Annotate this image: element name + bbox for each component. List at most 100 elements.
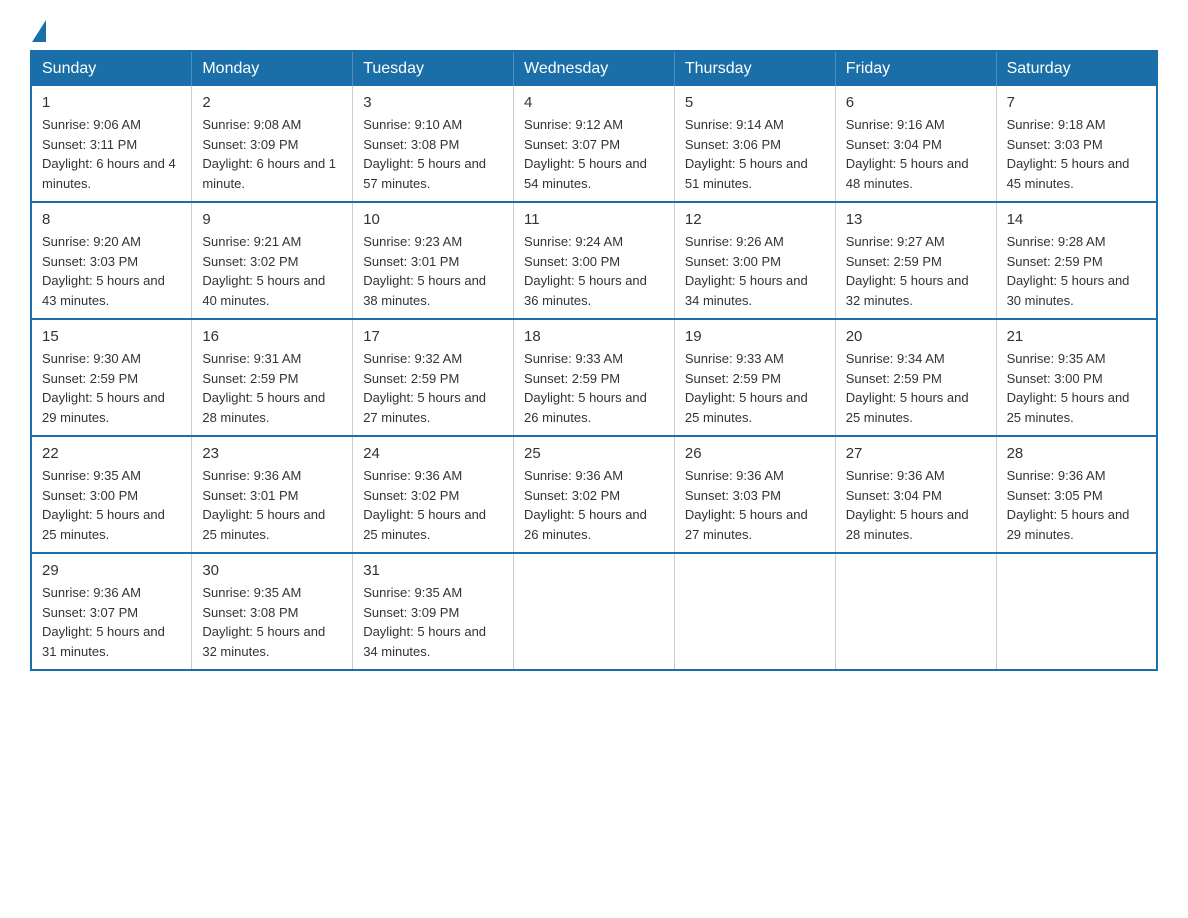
calendar-cell: 22 Sunrise: 9:35 AM Sunset: 3:00 PM Dayl… — [31, 436, 192, 553]
calendar-cell: 4 Sunrise: 9:12 AM Sunset: 3:07 PM Dayli… — [514, 86, 675, 202]
calendar-cell — [996, 553, 1157, 670]
day-info: Sunrise: 9:36 AM Sunset: 3:02 PM Dayligh… — [363, 466, 503, 544]
day-info: Sunrise: 9:12 AM Sunset: 3:07 PM Dayligh… — [524, 115, 664, 193]
calendar-header-row: SundayMondayTuesdayWednesdayThursdayFrid… — [31, 51, 1157, 86]
day-number: 14 — [1007, 211, 1146, 228]
day-number: 22 — [42, 445, 181, 462]
day-info: Sunrise: 9:31 AM Sunset: 2:59 PM Dayligh… — [202, 349, 342, 427]
weekday-header-sunday: Sunday — [31, 51, 192, 86]
day-number: 18 — [524, 328, 664, 345]
calendar-cell: 14 Sunrise: 9:28 AM Sunset: 2:59 PM Dayl… — [996, 202, 1157, 319]
day-number: 10 — [363, 211, 503, 228]
day-info: Sunrise: 9:36 AM Sunset: 3:01 PM Dayligh… — [202, 466, 342, 544]
calendar-cell: 6 Sunrise: 9:16 AM Sunset: 3:04 PM Dayli… — [835, 86, 996, 202]
calendar-cell: 11 Sunrise: 9:24 AM Sunset: 3:00 PM Dayl… — [514, 202, 675, 319]
day-info: Sunrise: 9:14 AM Sunset: 3:06 PM Dayligh… — [685, 115, 825, 193]
day-number: 9 — [202, 211, 342, 228]
day-number: 1 — [42, 94, 181, 111]
day-info: Sunrise: 9:24 AM Sunset: 3:00 PM Dayligh… — [524, 232, 664, 310]
day-info: Sunrise: 9:33 AM Sunset: 2:59 PM Dayligh… — [524, 349, 664, 427]
calendar-cell: 26 Sunrise: 9:36 AM Sunset: 3:03 PM Dayl… — [674, 436, 835, 553]
calendar-cell: 21 Sunrise: 9:35 AM Sunset: 3:00 PM Dayl… — [996, 319, 1157, 436]
calendar-cell: 20 Sunrise: 9:34 AM Sunset: 2:59 PM Dayl… — [835, 319, 996, 436]
day-info: Sunrise: 9:06 AM Sunset: 3:11 PM Dayligh… — [42, 115, 181, 193]
calendar-cell: 27 Sunrise: 9:36 AM Sunset: 3:04 PM Dayl… — [835, 436, 996, 553]
day-info: Sunrise: 9:34 AM Sunset: 2:59 PM Dayligh… — [846, 349, 986, 427]
calendar-cell: 13 Sunrise: 9:27 AM Sunset: 2:59 PM Dayl… — [835, 202, 996, 319]
day-number: 20 — [846, 328, 986, 345]
calendar-cell: 10 Sunrise: 9:23 AM Sunset: 3:01 PM Dayl… — [353, 202, 514, 319]
day-number: 17 — [363, 328, 503, 345]
day-number: 4 — [524, 94, 664, 111]
calendar-week-row: 8 Sunrise: 9:20 AM Sunset: 3:03 PM Dayli… — [31, 202, 1157, 319]
weekday-header-tuesday: Tuesday — [353, 51, 514, 86]
weekday-header-friday: Friday — [835, 51, 996, 86]
day-number: 21 — [1007, 328, 1146, 345]
calendar-week-row: 15 Sunrise: 9:30 AM Sunset: 2:59 PM Dayl… — [31, 319, 1157, 436]
day-info: Sunrise: 9:35 AM Sunset: 3:08 PM Dayligh… — [202, 583, 342, 661]
day-number: 26 — [685, 445, 825, 462]
weekday-header-saturday: Saturday — [996, 51, 1157, 86]
day-info: Sunrise: 9:10 AM Sunset: 3:08 PM Dayligh… — [363, 115, 503, 193]
day-number: 23 — [202, 445, 342, 462]
calendar-cell: 2 Sunrise: 9:08 AM Sunset: 3:09 PM Dayli… — [192, 86, 353, 202]
day-number: 19 — [685, 328, 825, 345]
day-info: Sunrise: 9:36 AM Sunset: 3:04 PM Dayligh… — [846, 466, 986, 544]
calendar-cell: 19 Sunrise: 9:33 AM Sunset: 2:59 PM Dayl… — [674, 319, 835, 436]
calendar-cell: 9 Sunrise: 9:21 AM Sunset: 3:02 PM Dayli… — [192, 202, 353, 319]
calendar-cell: 31 Sunrise: 9:35 AM Sunset: 3:09 PM Dayl… — [353, 553, 514, 670]
calendar-cell: 24 Sunrise: 9:36 AM Sunset: 3:02 PM Dayl… — [353, 436, 514, 553]
day-info: Sunrise: 9:16 AM Sunset: 3:04 PM Dayligh… — [846, 115, 986, 193]
day-info: Sunrise: 9:23 AM Sunset: 3:01 PM Dayligh… — [363, 232, 503, 310]
calendar-cell: 28 Sunrise: 9:36 AM Sunset: 3:05 PM Dayl… — [996, 436, 1157, 553]
weekday-header-wednesday: Wednesday — [514, 51, 675, 86]
page-header — [30, 20, 1158, 30]
day-info: Sunrise: 9:18 AM Sunset: 3:03 PM Dayligh… — [1007, 115, 1146, 193]
day-number: 13 — [846, 211, 986, 228]
day-number: 7 — [1007, 94, 1146, 111]
calendar-cell: 18 Sunrise: 9:33 AM Sunset: 2:59 PM Dayl… — [514, 319, 675, 436]
day-number: 31 — [363, 562, 503, 579]
day-info: Sunrise: 9:21 AM Sunset: 3:02 PM Dayligh… — [202, 232, 342, 310]
day-info: Sunrise: 9:33 AM Sunset: 2:59 PM Dayligh… — [685, 349, 825, 427]
calendar-week-row: 1 Sunrise: 9:06 AM Sunset: 3:11 PM Dayli… — [31, 86, 1157, 202]
logo — [30, 20, 46, 30]
day-number: 16 — [202, 328, 342, 345]
calendar-cell: 8 Sunrise: 9:20 AM Sunset: 3:03 PM Dayli… — [31, 202, 192, 319]
day-info: Sunrise: 9:36 AM Sunset: 3:02 PM Dayligh… — [524, 466, 664, 544]
day-number: 30 — [202, 562, 342, 579]
calendar-cell: 7 Sunrise: 9:18 AM Sunset: 3:03 PM Dayli… — [996, 86, 1157, 202]
day-info: Sunrise: 9:27 AM Sunset: 2:59 PM Dayligh… — [846, 232, 986, 310]
day-number: 5 — [685, 94, 825, 111]
day-number: 27 — [846, 445, 986, 462]
calendar-week-row: 22 Sunrise: 9:35 AM Sunset: 3:00 PM Dayl… — [31, 436, 1157, 553]
calendar-cell: 23 Sunrise: 9:36 AM Sunset: 3:01 PM Dayl… — [192, 436, 353, 553]
day-number: 29 — [42, 562, 181, 579]
calendar-cell — [835, 553, 996, 670]
calendar-cell: 5 Sunrise: 9:14 AM Sunset: 3:06 PM Dayli… — [674, 86, 835, 202]
calendar-cell: 17 Sunrise: 9:32 AM Sunset: 2:59 PM Dayl… — [353, 319, 514, 436]
day-number: 8 — [42, 211, 181, 228]
day-info: Sunrise: 9:26 AM Sunset: 3:00 PM Dayligh… — [685, 232, 825, 310]
calendar-cell — [674, 553, 835, 670]
calendar-cell: 1 Sunrise: 9:06 AM Sunset: 3:11 PM Dayli… — [31, 86, 192, 202]
day-number: 15 — [42, 328, 181, 345]
calendar-cell: 30 Sunrise: 9:35 AM Sunset: 3:08 PM Dayl… — [192, 553, 353, 670]
calendar-cell: 15 Sunrise: 9:30 AM Sunset: 2:59 PM Dayl… — [31, 319, 192, 436]
day-number: 24 — [363, 445, 503, 462]
day-info: Sunrise: 9:36 AM Sunset: 3:07 PM Dayligh… — [42, 583, 181, 661]
calendar-cell: 3 Sunrise: 9:10 AM Sunset: 3:08 PM Dayli… — [353, 86, 514, 202]
calendar-week-row: 29 Sunrise: 9:36 AM Sunset: 3:07 PM Dayl… — [31, 553, 1157, 670]
day-info: Sunrise: 9:20 AM Sunset: 3:03 PM Dayligh… — [42, 232, 181, 310]
day-number: 3 — [363, 94, 503, 111]
weekday-header-monday: Monday — [192, 51, 353, 86]
day-info: Sunrise: 9:30 AM Sunset: 2:59 PM Dayligh… — [42, 349, 181, 427]
day-info: Sunrise: 9:36 AM Sunset: 3:05 PM Dayligh… — [1007, 466, 1146, 544]
day-number: 25 — [524, 445, 664, 462]
day-number: 6 — [846, 94, 986, 111]
calendar-cell: 12 Sunrise: 9:26 AM Sunset: 3:00 PM Dayl… — [674, 202, 835, 319]
calendar-cell: 16 Sunrise: 9:31 AM Sunset: 2:59 PM Dayl… — [192, 319, 353, 436]
day-info: Sunrise: 9:32 AM Sunset: 2:59 PM Dayligh… — [363, 349, 503, 427]
calendar-cell: 25 Sunrise: 9:36 AM Sunset: 3:02 PM Dayl… — [514, 436, 675, 553]
day-number: 12 — [685, 211, 825, 228]
